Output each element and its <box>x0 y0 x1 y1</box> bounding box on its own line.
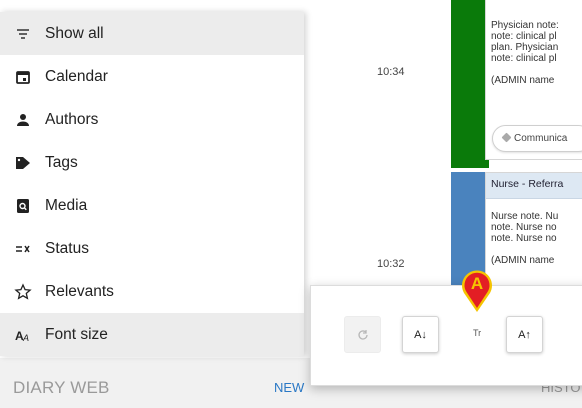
chip-label: Communica <box>514 133 568 144</box>
menu-item-label: Authors <box>45 110 99 128</box>
entry-line: plan. Physician <box>491 42 559 53</box>
entry-author: (ADMIN name <box>491 255 555 266</box>
decrease-font-label: A↓ <box>414 328 427 341</box>
menu-item-label: Calendar <box>45 67 108 85</box>
callout-letter: A <box>471 274 483 293</box>
menu-item-media[interactable]: Media <box>0 184 304 227</box>
svg-text:A: A <box>22 333 29 343</box>
callout-marker: A <box>455 262 499 314</box>
tag-icon <box>501 132 512 143</box>
tag-icon <box>13 153 33 173</box>
filter-icon <box>13 24 33 44</box>
reset-icon <box>357 329 368 340</box>
menu-item-relevants[interactable]: Relevants <box>0 270 304 313</box>
person-icon <box>13 110 33 130</box>
menu-item-font-size[interactable]: AA Font size <box>0 313 304 356</box>
entry-line: note. Nurse no <box>491 222 557 233</box>
entry-time: 10:34 <box>377 66 405 78</box>
entry-line: note: clinical pl <box>491 53 557 64</box>
menu-item-tags[interactable]: Tags <box>0 141 304 184</box>
menu-item-show-all[interactable]: Show all <box>0 12 304 55</box>
entry-header: Nurse - Referra <box>486 173 582 199</box>
menu-item-label: Tags <box>45 153 78 171</box>
menu-item-calendar[interactable]: Calendar <box>0 55 304 98</box>
menu-item-label: Media <box>45 196 88 214</box>
increase-font-label: A↑ <box>518 328 531 341</box>
font-size-icon: AA <box>13 325 33 345</box>
calendar-icon <box>13 67 33 87</box>
menu-item-authors[interactable]: Authors <box>0 98 304 141</box>
entry-line: note. Nurse no <box>491 233 557 244</box>
filter-menu: Show all Calendar Authors Tags Media Sta… <box>0 12 304 356</box>
menu-item-label: Relevants <box>45 282 114 300</box>
star-icon <box>13 282 33 302</box>
decrease-font-button[interactable]: A↓ <box>402 316 439 353</box>
menu-item-label: Font size <box>45 325 108 343</box>
entry-time: 10:32 <box>377 258 405 270</box>
font-size-popup: A↓ Tr A↑ <box>310 285 582 386</box>
entry-line: note: clinical pl <box>491 31 557 42</box>
communication-chip[interactable]: Communica <box>492 125 582 152</box>
new-link[interactable]: NEW <box>274 380 304 395</box>
entry-status-bar <box>451 0 489 168</box>
menu-item-status[interactable]: Status <box>0 227 304 270</box>
app-brand: DIARY WEB <box>13 378 110 397</box>
menu-item-label: Show all <box>45 24 104 42</box>
increase-font-button[interactable]: A↑ <box>506 316 543 353</box>
entry-author: (ADMIN name <box>491 75 555 86</box>
status-icon <box>13 239 33 259</box>
menu-item-label: Status <box>45 239 89 257</box>
media-icon <box>13 196 33 216</box>
font-size-indicator: Tr <box>473 328 482 338</box>
entry-line: Physician note: <box>491 20 559 31</box>
entry-line: Nurse note. Nu <box>491 211 559 222</box>
reset-font-button[interactable] <box>344 316 381 353</box>
